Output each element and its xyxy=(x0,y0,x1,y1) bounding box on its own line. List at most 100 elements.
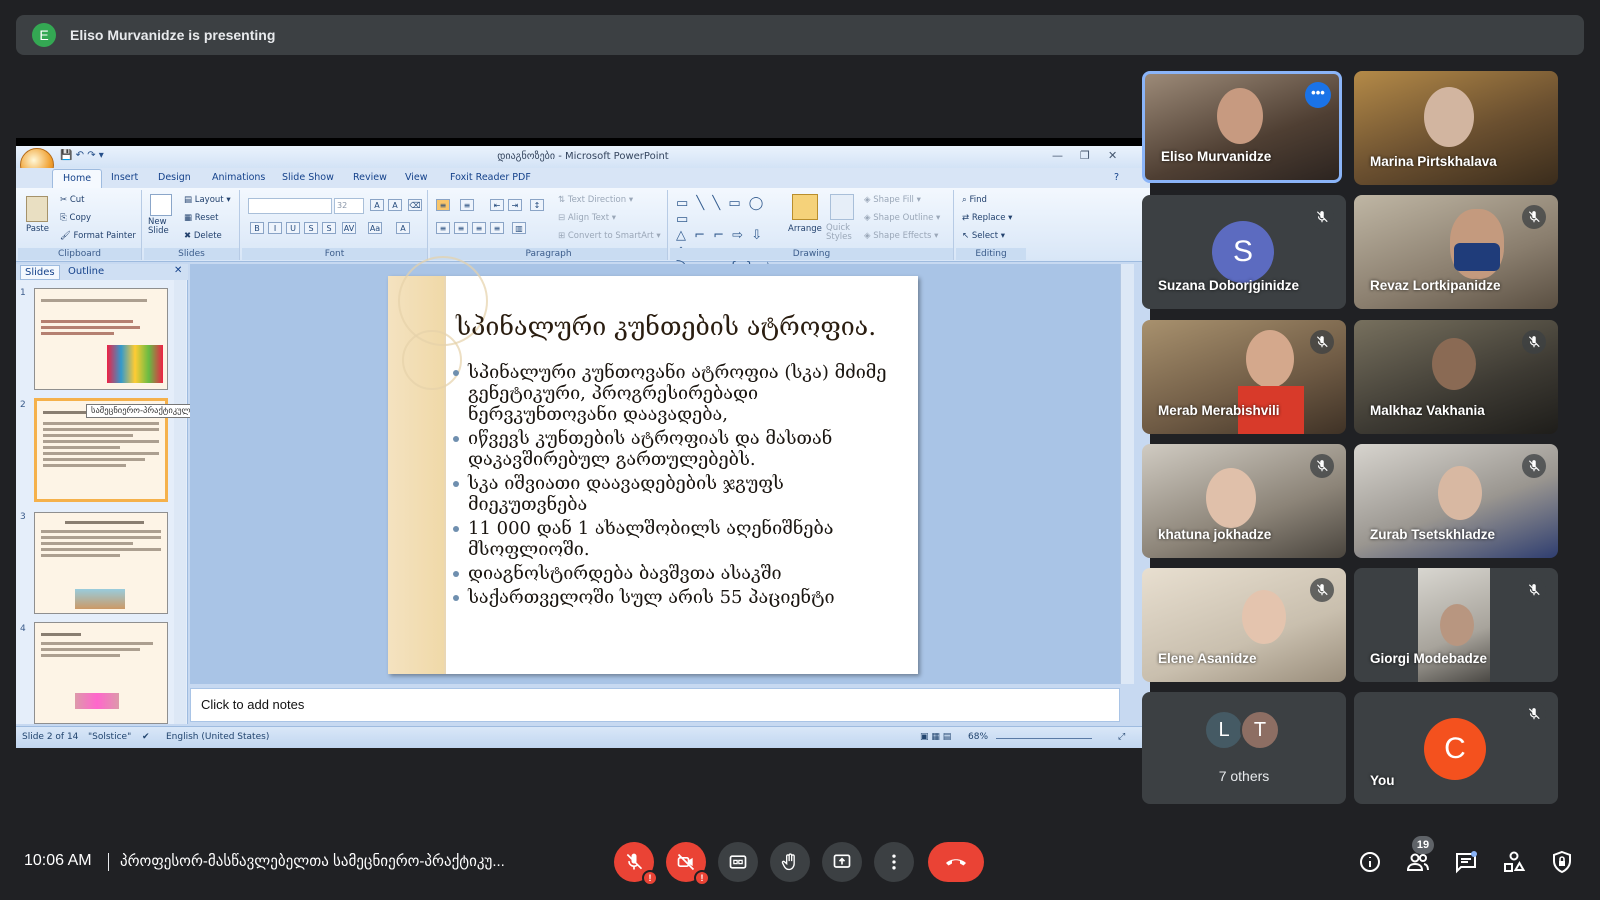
delete-button[interactable]: ✖ Delete xyxy=(184,231,222,241)
find-button[interactable]: ⌕ Find xyxy=(962,195,987,205)
shape-outline-button[interactable]: ◈ Shape Outline ▾ xyxy=(864,213,940,223)
chat-icon[interactable] xyxy=(1454,850,1478,874)
fit-window-icon[interactable]: ⤢ xyxy=(1118,732,1125,742)
present-button[interactable] xyxy=(822,842,862,882)
host-controls-icon[interactable] xyxy=(1550,850,1574,874)
strikethrough-icon[interactable]: S xyxy=(304,222,318,234)
camera-toggle-button[interactable]: ! xyxy=(666,842,710,886)
decrease-indent-icon[interactable]: ⇤ xyxy=(490,199,504,211)
format-painter-button[interactable]: 🖌 Format Painter xyxy=(60,231,136,241)
convert-smartart-button[interactable]: ⊞ Convert to SmartArt ▾ xyxy=(558,231,661,241)
leave-call-button[interactable] xyxy=(928,842,984,882)
shadow-icon[interactable]: S xyxy=(322,222,336,234)
justify-icon[interactable]: ≡ xyxy=(490,222,504,234)
shrink-font-icon[interactable]: A xyxy=(388,199,402,211)
close-icon[interactable]: ✕ xyxy=(1108,149,1117,162)
tab-animations[interactable]: Animations xyxy=(212,172,265,183)
line-spacing-icon[interactable]: ↕ xyxy=(530,199,544,211)
grow-font-icon[interactable]: A xyxy=(370,199,384,211)
mic-toggle-button[interactable]: ! xyxy=(614,842,658,886)
activities-icon[interactable] xyxy=(1502,850,1526,874)
captions-button[interactable] xyxy=(718,842,758,882)
maximize-icon[interactable]: ❐ xyxy=(1080,149,1090,162)
slide-title[interactable]: სპინალური კუნთების ატროფია. xyxy=(456,312,876,341)
shape-effects-button[interactable]: ◈ Shape Effects ▾ xyxy=(864,231,938,241)
align-center-icon[interactable]: ≡ xyxy=(454,222,468,234)
bold-icon[interactable]: B xyxy=(250,222,264,234)
participant-tile[interactable]: S Suzana Doborjginidze xyxy=(1142,195,1346,309)
copy-button[interactable]: ⎘ Copy xyxy=(60,213,91,223)
numbering-icon[interactable]: ≡ xyxy=(460,199,474,211)
zoom-slider[interactable] xyxy=(996,738,1092,739)
increase-indent-icon[interactable]: ⇥ xyxy=(508,199,522,211)
more-options-icon[interactable]: ••• xyxy=(1305,82,1331,108)
align-left-icon[interactable]: ≡ xyxy=(436,222,450,234)
self-tile[interactable]: C You xyxy=(1354,692,1558,804)
slide-thumbnail-3[interactable] xyxy=(34,512,168,614)
cut-button[interactable]: ✂ Cut xyxy=(60,195,84,205)
info-icon[interactable] xyxy=(1358,850,1382,874)
tab-slides[interactable]: Slides xyxy=(20,265,60,280)
participant-tile[interactable]: Marina Pirtskhalava xyxy=(1354,71,1558,185)
shapes-gallery[interactable]: ▭ ╲ ╲ ▭ ◯ ▭△ ⌐ ⌐ ⇨ ⇩ ◇⤵ ╭ ╮ { } ☆ xyxy=(676,196,782,275)
paste-button[interactable]: Paste xyxy=(26,224,49,234)
italic-icon[interactable]: I xyxy=(268,222,282,234)
tab-slide-show[interactable]: Slide Show xyxy=(282,172,334,183)
participant-tile[interactable]: Malkhaz Vakhania xyxy=(1354,320,1558,434)
underline-icon[interactable]: U xyxy=(286,222,300,234)
arrange-button[interactable]: Arrange xyxy=(788,224,822,234)
clear-format-icon[interactable]: ⌫ xyxy=(408,199,422,211)
more-options-button[interactable] xyxy=(874,842,914,882)
font-name-input[interactable] xyxy=(248,198,332,214)
view-buttons[interactable]: ▣ ▦ ▤ xyxy=(920,732,951,742)
select-button[interactable]: ↖ Select ▾ xyxy=(962,231,1005,241)
columns-icon[interactable]: ▥ xyxy=(512,222,526,234)
participant-tile[interactable]: Zurab Tsetskhladze xyxy=(1354,444,1558,558)
edit-area-scrollbar[interactable] xyxy=(1120,264,1134,684)
minimize-icon[interactable]: — xyxy=(1052,149,1063,162)
reset-button[interactable]: ▦ Reset xyxy=(184,213,218,223)
font-color-icon[interactable]: A xyxy=(396,222,410,234)
notes-pane[interactable]: Click to add notes xyxy=(190,688,1120,722)
bullets-icon[interactable]: ≡ xyxy=(436,199,450,211)
quick-access-toolbar[interactable]: 💾 ↶ ↷ ▾ xyxy=(60,150,104,161)
slides-pane-scrollbar[interactable] xyxy=(174,280,186,724)
slide-bullets[interactable]: სპინალური კუნთოვანი ატროფია (სკა) მძიმე … xyxy=(452,362,902,611)
tab-outline[interactable]: Outline xyxy=(68,266,104,277)
participant-tile[interactable]: Merab Merabishvili xyxy=(1142,320,1346,434)
tab-view[interactable]: View xyxy=(405,172,428,183)
participant-tile[interactable]: Elene Asanidze xyxy=(1142,568,1346,682)
text-direction-button[interactable]: ⇅ Text Direction ▾ xyxy=(558,195,633,205)
shape-fill-button[interactable]: ◈ Shape Fill ▾ xyxy=(864,195,921,205)
language-indicator[interactable]: English (United States) xyxy=(166,732,269,742)
participant-tile[interactable]: Revaz Lortkipanidze xyxy=(1354,195,1558,309)
font-size-input[interactable]: 32 xyxy=(334,198,364,214)
tab-insert[interactable]: Insert xyxy=(111,172,138,183)
help-icon[interactable]: ? xyxy=(1114,172,1119,183)
layout-button[interactable]: ▤ Layout ▾ xyxy=(184,195,231,205)
change-case-icon[interactable]: Aa xyxy=(368,222,382,234)
raise-hand-button[interactable] xyxy=(770,842,810,882)
new-slide-button[interactable]: New Slide xyxy=(148,218,178,236)
participant-name: Giorgi Modebadze xyxy=(1370,651,1488,666)
participant-tile[interactable]: Giorgi Modebadze xyxy=(1354,568,1558,682)
pane-close-icon[interactable]: ✕ xyxy=(174,265,182,276)
spacing-icon[interactable]: AV xyxy=(342,222,356,234)
participant-tile-presenter[interactable]: ••• Eliso Murvanidze xyxy=(1142,71,1342,183)
tab-design[interactable]: Design xyxy=(158,172,191,183)
spellcheck-icon[interactable]: ✔ xyxy=(142,732,150,742)
align-text-button[interactable]: ⊟ Align Text ▾ xyxy=(558,213,616,223)
align-right-icon[interactable]: ≡ xyxy=(472,222,486,234)
tab-foxit[interactable]: Foxit Reader PDF xyxy=(450,172,531,183)
mic-off-icon xyxy=(1310,454,1334,478)
replace-button[interactable]: ⇄ Replace ▾ xyxy=(962,213,1012,223)
slide-thumbnail-1[interactable] xyxy=(34,288,168,390)
zoom-level[interactable]: 68% xyxy=(968,732,988,742)
others-tile[interactable]: L T 7 others xyxy=(1142,692,1346,804)
tab-home[interactable]: Home xyxy=(52,169,103,188)
tab-review[interactable]: Review xyxy=(353,172,387,183)
current-slide[interactable]: სპინალური კუნთების ატროფია. სპინალური კუ… xyxy=(388,256,918,674)
participant-tile[interactable]: khatuna jokhadze xyxy=(1142,444,1346,558)
slide-thumbnail-4[interactable] xyxy=(34,622,168,724)
quick-styles-button[interactable]: Quick Styles xyxy=(826,224,860,242)
